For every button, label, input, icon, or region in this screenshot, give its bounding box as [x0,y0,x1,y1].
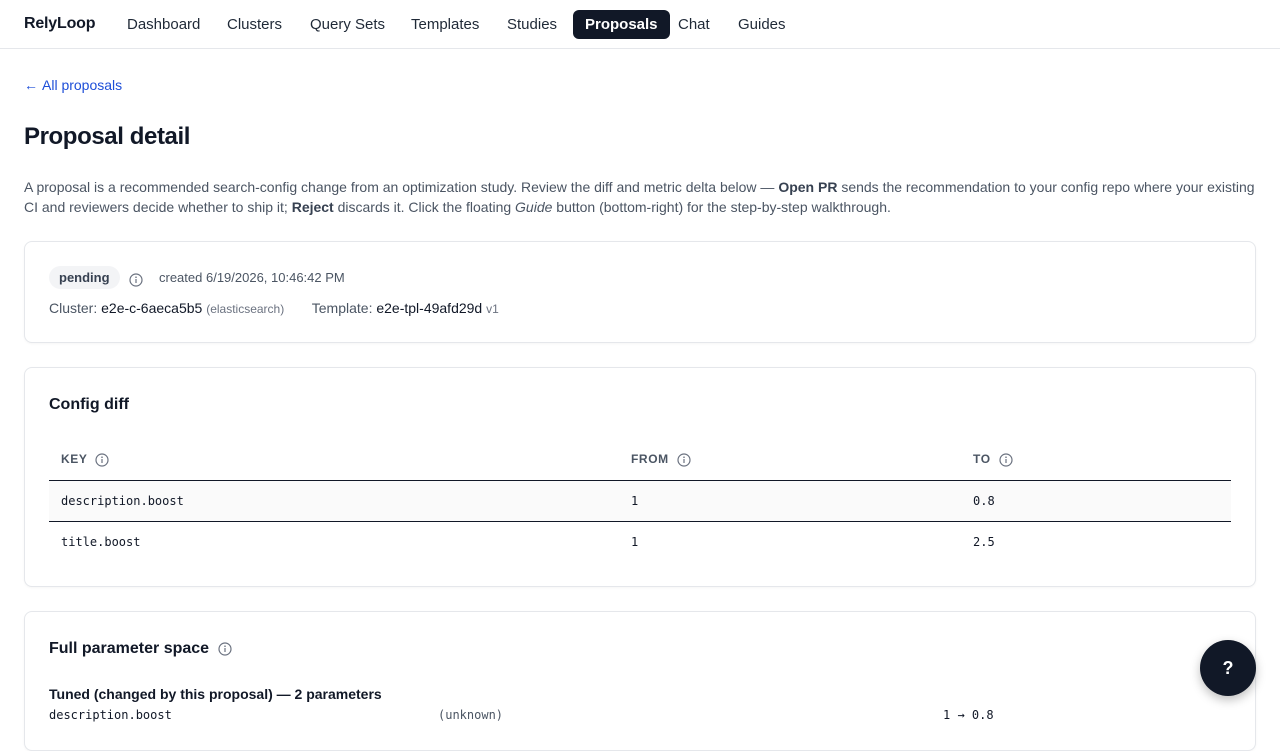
diff-key-cell: title.boost [61,534,141,549]
template-value: e2e-tpl-49afd29d [376,300,483,316]
table-row: description.boost 1 0.8 [49,480,1231,522]
column-to-header: TO [961,440,1231,481]
parameter-space-card: Full parameter space Tuned (changed by t… [24,611,1256,751]
nav-clusters[interactable]: Clusters [215,10,294,39]
nav-chat[interactable]: Chat [666,10,722,39]
arrow-left-icon: ← [24,77,38,93]
column-to-label: TO [973,452,991,467]
nav-templates[interactable]: Templates [399,10,491,39]
intro-reject: Reject [291,199,334,215]
nav-studies[interactable]: Studies [495,10,569,39]
intro-open-pr: Open PR [778,179,838,195]
from-info-icon[interactable] [677,452,691,467]
page-title: Proposal detail [24,123,191,150]
diff-key-cell: description.boost [49,480,619,522]
diff-from-cell: 1 [619,480,961,522]
cluster-engine: (elasticsearch) [206,302,285,316]
intro-description: A proposal is a recommended search-confi… [24,177,1260,217]
created-timestamp: created 6/19/2026, 10:46:42 PM [159,270,345,285]
to-info-icon[interactable] [998,452,1013,467]
brand-logo[interactable]: RelyLoop [24,15,95,33]
parameter-space-info-icon[interactable] [217,640,232,657]
cluster-label: Cluster: [49,300,98,316]
tuned-heading: Tuned (changed by this proposal) — 2 par… [49,686,382,702]
back-to-proposals-link[interactable]: ← All proposals [24,77,122,93]
column-from-label: FROM [631,452,669,467]
diff-to-cell: 0.8 [961,480,1231,522]
parameter-space-title-text: Full parameter space [49,640,210,657]
top-navigation: RelyLoop Dashboard Clusters Query Sets T… [0,0,1280,49]
intro-text-4: button (bottom-right) for the step-by-st… [552,199,891,215]
template-version: v1 [486,302,499,316]
template-label: Template: [311,300,373,316]
intro-text-3: discards it. Click the floating [333,199,516,215]
nav-guides[interactable]: Guides [726,10,798,39]
intro-guide: Guide [515,199,553,215]
table-header-row: KEY FROM TO [49,440,1231,481]
parameter-space-title: Full parameter space [49,640,232,658]
diff-from-cell: 1 [631,534,639,549]
nav-proposals[interactable]: Proposals [573,10,670,39]
guide-help-button[interactable]: ? [1200,640,1256,696]
nav-query-sets[interactable]: Query Sets [298,10,397,39]
column-from-header: FROM [619,440,961,481]
back-link-label: All proposals [42,77,123,93]
table-row: title.boost 1 2.5 [49,521,1231,562]
cluster-template-row: Cluster: e2e-c-6aeca5b5 (elasticsearch) … [49,300,499,316]
list-item: description.boost (unknown) 1 → 0.8 [49,708,1231,724]
diff-to-cell: 2.5 [973,534,995,549]
column-key-label: KEY [61,452,88,467]
proposal-summary-card: pending created 6/19/2026, 10:46:42 PM C… [24,241,1256,343]
key-info-icon[interactable] [95,452,109,467]
status-badge: pending [49,266,120,289]
config-diff-card: Config diff KEY FROM TO description.boos… [24,367,1256,587]
config-diff-table: KEY FROM TO description.boost 1 0.8 titl… [49,440,1231,562]
cluster-value: e2e-c-6aeca5b5 [101,300,203,316]
nav-dashboard[interactable]: Dashboard [115,10,212,39]
column-key-header: KEY [49,440,619,481]
intro-text-1: A proposal is a recommended search-confi… [24,179,779,195]
config-diff-title: Config diff [49,396,129,413]
status-info-icon[interactable] [129,271,143,289]
